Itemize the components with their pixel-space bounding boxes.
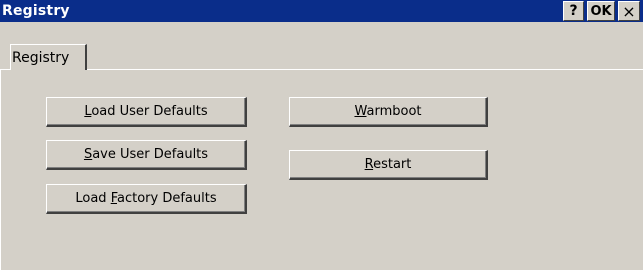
- load-factory-defaults-button[interactable]: Load Factory Defaults: [46, 184, 247, 214]
- warmboot-label: Warmboot: [354, 104, 422, 119]
- load-user-defaults-button[interactable]: Load User Defaults: [46, 97, 247, 127]
- title-bar: Registry ? OK ×: [0, 0, 643, 22]
- tab-strip-divider: [0, 69, 643, 70]
- close-icon: ×: [622, 1, 636, 21]
- load-user-defaults-label: Load User Defaults: [84, 104, 208, 119]
- tab-registry-label: Registry: [12, 49, 70, 66]
- save-user-defaults-button[interactable]: Save User Defaults: [46, 140, 247, 170]
- tab-registry[interactable]: Registry: [10, 44, 87, 70]
- ok-label: OK: [590, 3, 612, 19]
- panel-left-edge: [0, 70, 1, 270]
- registry-window: Registry ? OK × Registry Load User Defau…: [0, 0, 643, 270]
- window-title: Registry: [2, 3, 70, 19]
- help-icon: ?: [569, 3, 578, 19]
- close-button[interactable]: ×: [618, 1, 640, 21]
- ok-button[interactable]: OK: [587, 1, 615, 21]
- restart-button[interactable]: Restart: [289, 150, 488, 180]
- load-factory-defaults-label: Load Factory Defaults: [75, 191, 217, 206]
- save-user-defaults-label: Save User Defaults: [83, 147, 209, 162]
- help-button[interactable]: ?: [563, 1, 584, 21]
- warmboot-button[interactable]: Warmboot: [289, 97, 488, 127]
- restart-label: Restart: [364, 157, 412, 172]
